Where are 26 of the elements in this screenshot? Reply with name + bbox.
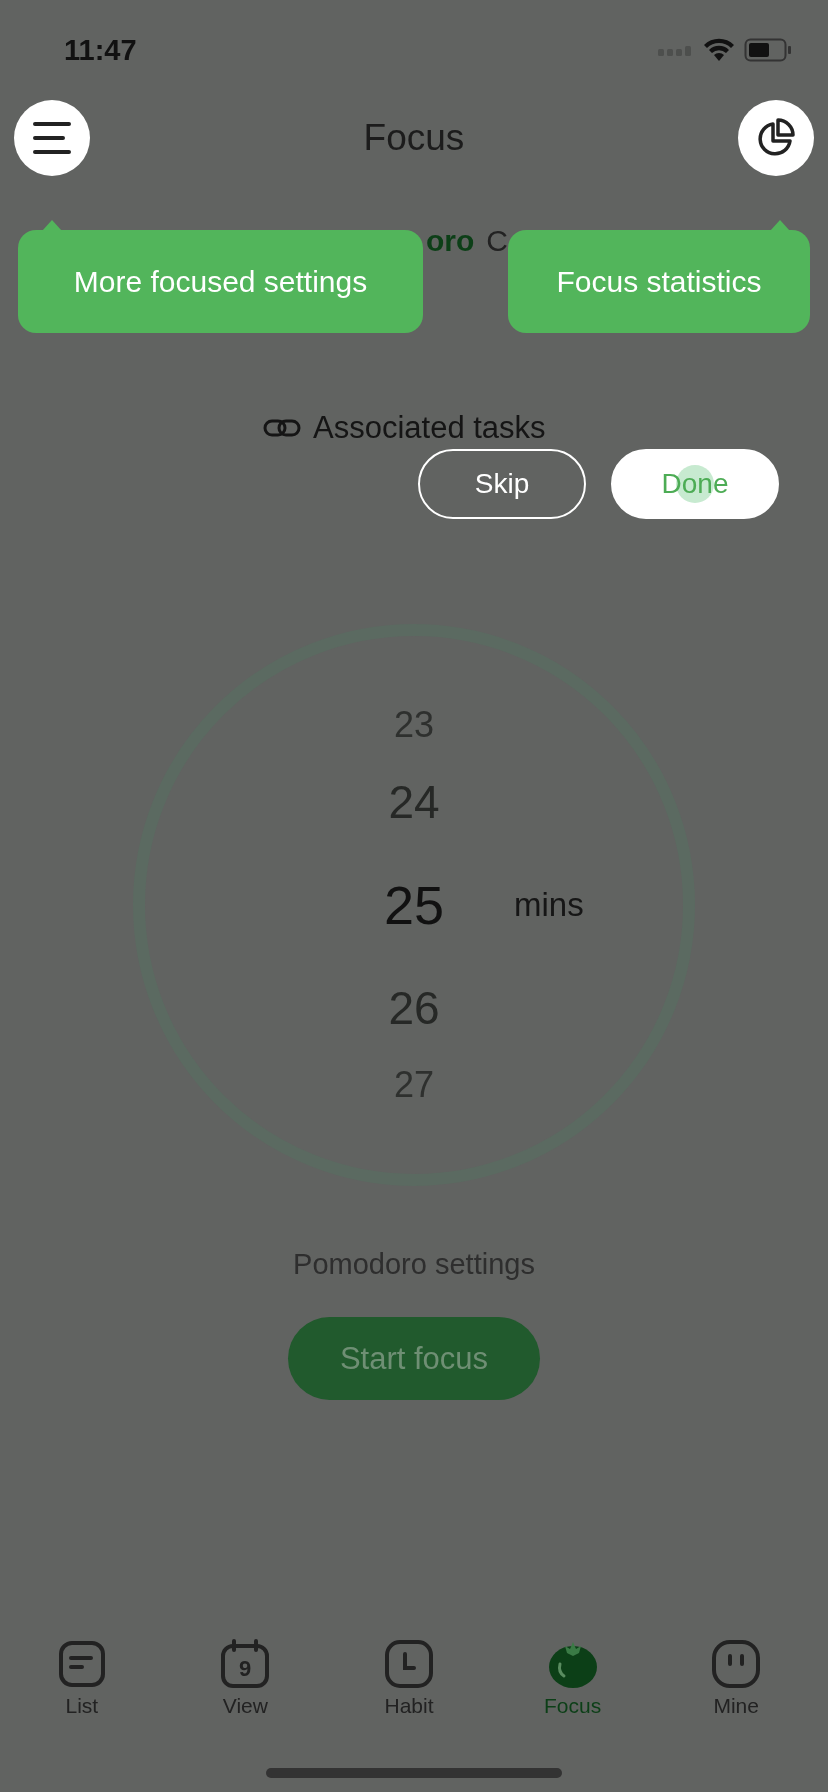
tooltip: More focused settings [18, 230, 423, 333]
screen-title: Focus [363, 117, 465, 159]
minute-option[interactable]: 26 [388, 955, 440, 1061]
wifi-icon [704, 38, 734, 62]
tab-bar-item[interactable]: Focus [490, 1638, 655, 1718]
minute-option[interactable]: 24 [388, 749, 440, 855]
status-time: 11:47 [64, 33, 137, 67]
start-focus-button[interactable]: Start focus [288, 1317, 540, 1400]
link-icon [263, 419, 301, 437]
associated-tasks-link[interactable]: Associated tasks [313, 410, 546, 446]
tab-bar-item[interactable]: 9 View [163, 1638, 328, 1718]
skip-button[interactable]: Skip [418, 449, 586, 519]
clock-icon [383, 1638, 435, 1690]
tab-bar-item[interactable]: Mine [654, 1638, 818, 1718]
mode-tab[interactable]: C [486, 224, 508, 258]
tab-bar-item[interactable]: List [0, 1638, 164, 1718]
mode-tab[interactable]: oro [426, 224, 475, 258]
tooltip: Focus statistics [508, 230, 810, 333]
minute-option[interactable]: 25 [383, 855, 445, 955]
face-icon [710, 1638, 763, 1690]
battery-icon [744, 38, 792, 62]
menu-icon [32, 121, 72, 155]
done-button[interactable]: Done [611, 449, 779, 519]
tab-bar-item[interactable]: Habit [327, 1638, 491, 1718]
unit-label: mins [513, 886, 584, 924]
pie-chart-icon [756, 118, 796, 158]
